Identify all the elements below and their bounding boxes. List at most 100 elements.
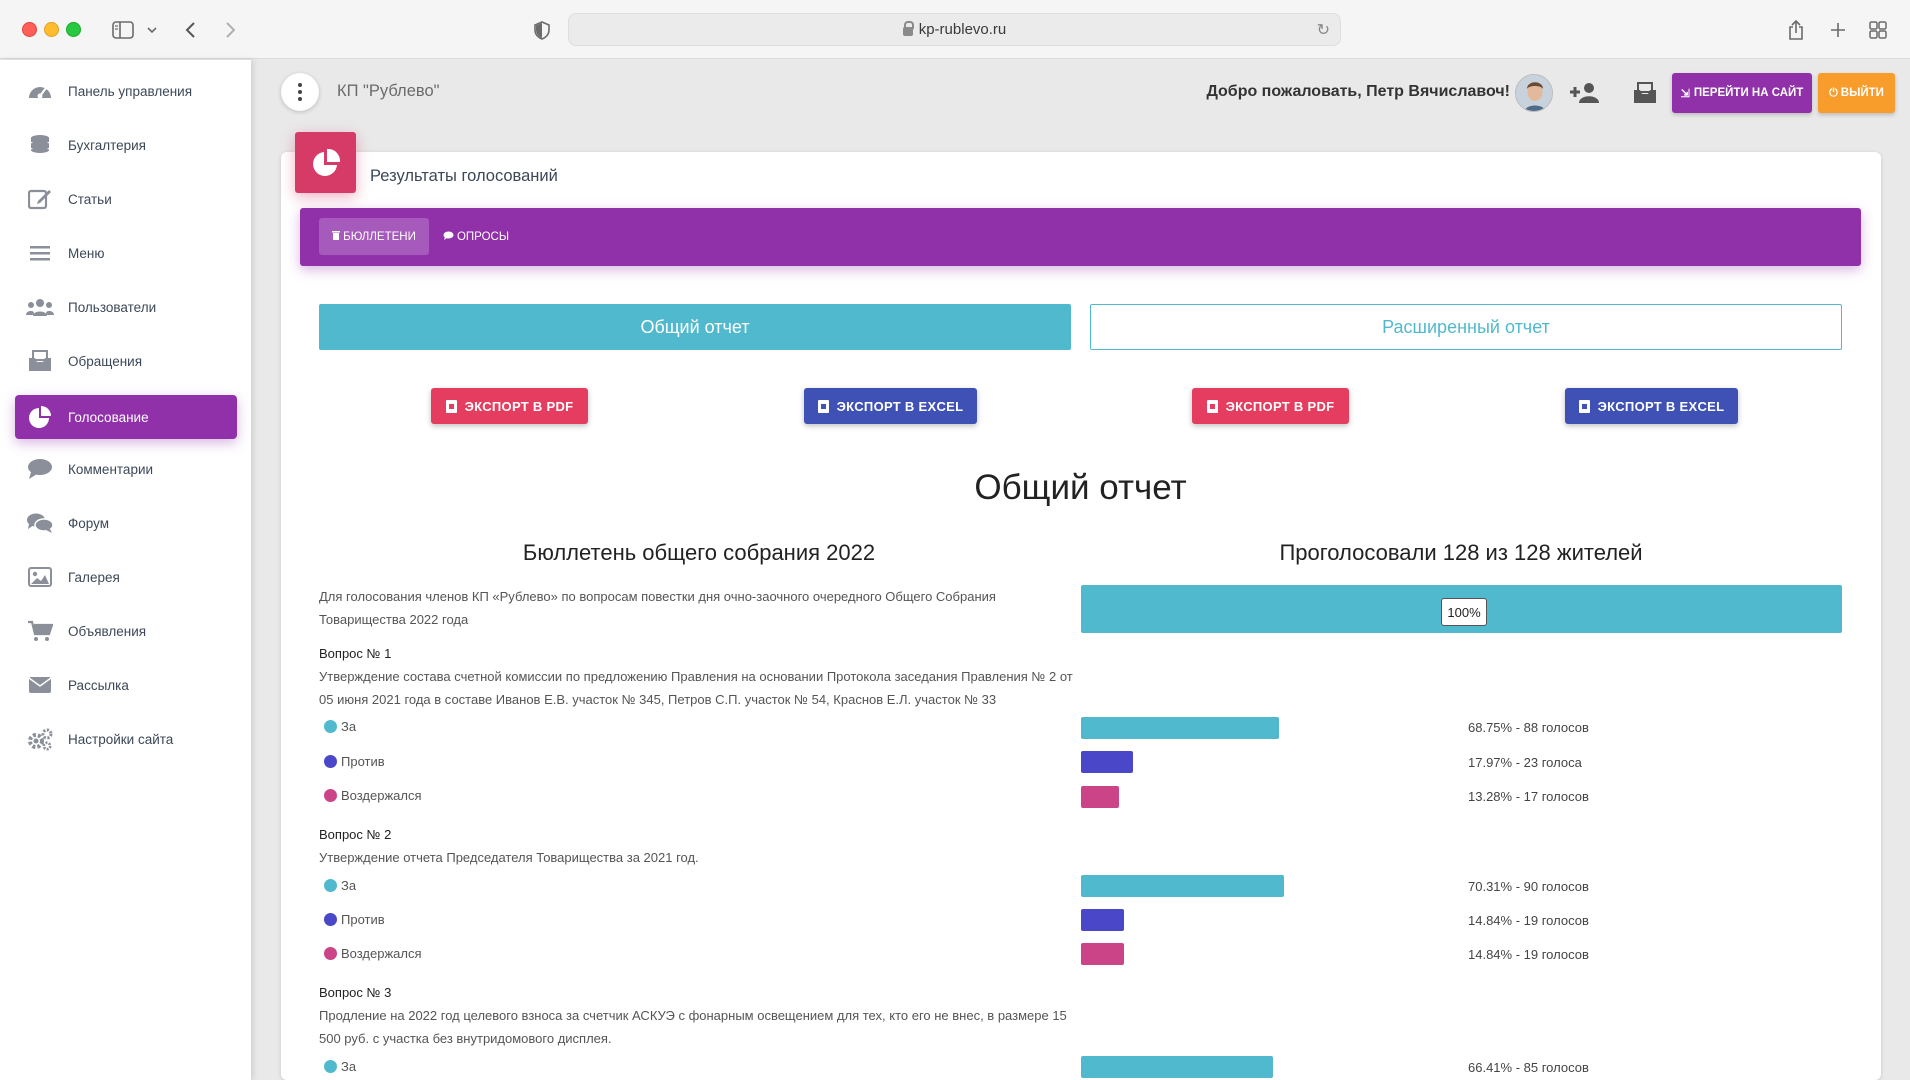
option-text: За: [341, 719, 357, 734]
address-bar[interactable]: kp-rublevo.ru ↻: [568, 13, 1341, 46]
pie-chart-icon: [25, 404, 55, 430]
vote-bar: [1081, 943, 1124, 965]
option-text: За: [341, 878, 357, 893]
tab-bulletins[interactable]: Бюллетени: [319, 218, 429, 255]
extended-export-pdf-button[interactable]: Экспорт в PDF: [1192, 388, 1349, 424]
image-icon: [25, 564, 55, 590]
extended-report-button[interactable]: Расширенный отчет: [1090, 304, 1842, 350]
sidebar-item-label: Бухгалтерия: [68, 137, 146, 153]
za-dot-icon: [324, 1060, 337, 1073]
comment-icon: [443, 231, 454, 243]
option-text: Против: [341, 754, 385, 769]
option-label: За: [324, 1059, 356, 1074]
power-icon: ⏻: [1829, 86, 1838, 99]
menu-icon: [25, 240, 55, 266]
file-pdf-icon: [1206, 399, 1218, 413]
extended-export-excel-button[interactable]: Экспорт в Excel: [1565, 388, 1738, 424]
tab-overview-icon[interactable]: [1866, 17, 1890, 43]
export-pdf-label: Экспорт в PDF: [1225, 398, 1335, 414]
lock-icon: [902, 21, 914, 36]
vote-result: 68.75% - 88 голосов: [1468, 720, 1589, 735]
trash-icon: [332, 230, 341, 243]
reload-icon[interactable]: ↻: [1317, 20, 1330, 40]
vote-result: 66.41% - 85 голосов: [1468, 1060, 1589, 1075]
sidebar-item-label: Обращения: [68, 353, 143, 369]
exit-button[interactable]: ⏻ Выйти: [1818, 73, 1895, 113]
sidebar-item-label: Объявления: [68, 623, 147, 639]
sidebar-item-menu[interactable]: Меню: [15, 231, 237, 275]
vote-result: 17.97% - 23 голоса: [1468, 755, 1582, 770]
vote-bar: [1081, 1056, 1273, 1078]
option-label: Против: [324, 754, 385, 769]
turnout-percent-label: 100%: [1441, 598, 1487, 626]
sidebar-item-site-settings[interactable]: Настройки сайта: [15, 717, 237, 761]
add-user-icon[interactable]: [1570, 78, 1600, 108]
chevron-down-icon[interactable]: [144, 17, 160, 43]
privacy-shield-icon[interactable]: [530, 17, 554, 43]
back-icon[interactable]: [180, 17, 200, 43]
exit-label: Выйти: [1840, 87, 1884, 99]
sidebar-item-users[interactable]: Пользователи: [15, 285, 237, 329]
sidebar-item-requests[interactable]: Обращения: [15, 339, 237, 383]
vote-bar: [1081, 786, 1119, 808]
sidebar: Панель управления Бухгалтерия Статьи Мен…: [0, 60, 251, 1080]
protiv-dot-icon: [324, 913, 337, 926]
sidebar-item-comments[interactable]: Комментарии: [15, 447, 237, 491]
card-title: Результаты голосований: [370, 167, 558, 185]
dashboard-icon: [25, 78, 55, 104]
sidebar-item-label: Панель управления: [68, 83, 193, 99]
za-dot-icon: [324, 879, 337, 892]
edit-icon: [25, 186, 55, 212]
envelope-icon: [25, 672, 55, 698]
inbox-icon[interactable]: [1630, 78, 1660, 108]
tab-label: Бюллетени: [343, 230, 416, 243]
sidebar-item-label: Рассылка: [68, 677, 129, 693]
question-title: Вопрос № 1: [319, 646, 392, 661]
sidebar-item-accounting[interactable]: Бухгалтерия: [15, 123, 237, 167]
forward-icon[interactable]: [220, 17, 240, 43]
gears-icon: [25, 726, 55, 752]
general-export-pdf-button[interactable]: Экспорт в PDF: [431, 388, 588, 424]
welcome-text: Добро пожаловать, Петр Вячиславоч!: [1206, 83, 1510, 100]
sidebar-item-label: Форум: [68, 515, 110, 531]
close-window-button[interactable]: [22, 22, 37, 37]
general-export-excel-button[interactable]: Экспорт в Excel: [804, 388, 977, 424]
option-text: Против: [341, 912, 385, 927]
vozderzhalsya-dot-icon: [324, 789, 337, 802]
go-to-site-label: Перейти на сайт: [1693, 87, 1804, 99]
coins-icon: [25, 132, 55, 158]
share-icon[interactable]: [1784, 17, 1808, 43]
go-to-site-button[interactable]: ⇲ Перейти на сайт: [1672, 73, 1812, 113]
question-text: Продление на 2022 год целевого взноса за…: [319, 1008, 1067, 1046]
minimize-window-button[interactable]: [44, 22, 59, 37]
maximize-window-button[interactable]: [66, 22, 81, 37]
export-excel-label: Экспорт в Excel: [1597, 398, 1725, 414]
option-text: Воздержался: [341, 788, 422, 803]
file-excel-icon: [817, 399, 829, 413]
pie-chart-icon: [295, 132, 356, 193]
browser-toolbar: kp-rublevo.ru ↻: [0, 0, 1910, 59]
sidebar-item-label: Комментарии: [68, 461, 154, 477]
kebab-menu-icon[interactable]: [281, 73, 319, 111]
sidebar-item-voting[interactable]: Голосование: [15, 395, 237, 439]
sidebar-item-articles[interactable]: Статьи: [15, 177, 237, 221]
users-icon: [25, 294, 55, 320]
sidebar-item-label: Галерея: [68, 569, 120, 585]
sidebar-item-label: Пользователи: [68, 299, 157, 315]
tab-polls[interactable]: Опросы: [440, 218, 512, 255]
vote-bar: [1081, 751, 1133, 773]
general-report-button[interactable]: Общий отчет: [319, 304, 1071, 350]
sidebar-item-gallery[interactable]: Галерея: [15, 555, 237, 599]
question-title: Вопрос № 3: [319, 985, 392, 1000]
option-label: За: [324, 719, 356, 734]
sidebar-item-dashboard[interactable]: Панель управления: [15, 69, 237, 113]
report-heading: Общий отчет: [974, 468, 1187, 507]
sidebar-item-forum[interactable]: Форум: [15, 501, 237, 545]
sidebar-item-mailing[interactable]: Рассылка: [15, 663, 237, 707]
sidebar-toggle-icon[interactable]: [110, 17, 136, 43]
avatar[interactable]: [1515, 74, 1553, 112]
new-tab-icon[interactable]: [1826, 17, 1850, 43]
sidebar-item-ads[interactable]: Объявления: [15, 609, 237, 653]
option-text: Воздержался: [341, 946, 422, 961]
brand-title: КП "Рублево": [337, 82, 440, 100]
